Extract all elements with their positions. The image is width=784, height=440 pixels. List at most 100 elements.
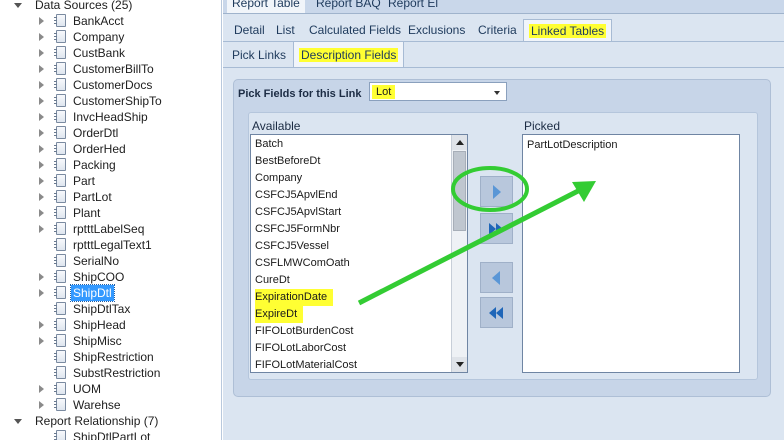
available-item[interactable]: CSFCJ5Vessel — [255, 238, 329, 255]
top-tab-label: Report BAQ — [316, 0, 381, 10]
top-tab-2[interactable]: Report El — [383, 0, 443, 13]
data-sources-tree[interactable]: Data Sources (25) BankAcct Company CustBan… — [0, 0, 222, 440]
tree-item-label: BankAcct — [73, 14, 124, 28]
collapse-icon[interactable] — [14, 3, 22, 8]
expand-icon[interactable] — [39, 193, 44, 201]
sub-tab-label: Detail — [234, 23, 265, 37]
report-designer-panel: Report Table Report BAQ Report El Detail Li… — [223, 0, 784, 440]
expand-icon[interactable] — [39, 81, 44, 89]
tree-item-label: CustomerShipTo — [73, 94, 162, 108]
tree-root-label: Data Sources (25) — [35, 0, 133, 12]
table-icon — [54, 126, 66, 139]
tree-root-label: Report Relationship (7) — [35, 414, 159, 428]
available-item[interactable]: CureDt — [255, 272, 290, 289]
available-item[interactable]: Batch — [255, 136, 283, 153]
available-item[interactable]: FIFOLotLaborCost — [255, 340, 346, 357]
expand-icon[interactable] — [39, 33, 44, 41]
available-item[interactable]: ExpireDt — [255, 306, 304, 323]
expand-icon[interactable] — [39, 49, 44, 57]
expand-icon[interactable] — [39, 65, 44, 73]
link-tab-0[interactable]: Pick Links — [227, 42, 291, 68]
available-item[interactable]: CSFCJ5ApvlStart — [255, 204, 341, 221]
expand-icon[interactable] — [39, 273, 44, 281]
available-item[interactable]: FIFOLotMaterialCost — [255, 357, 357, 372]
sub-tab-4[interactable]: Criteria — [473, 19, 522, 41]
expand-icon[interactable] — [39, 17, 44, 25]
expand-icon[interactable] — [39, 177, 44, 185]
scroll-thumb[interactable] — [453, 151, 466, 231]
expand-icon[interactable] — [39, 321, 44, 329]
chevron-down-icon[interactable] — [494, 91, 500, 95]
sub-tab-label: Criteria — [478, 23, 517, 37]
available-item[interactable]: CSFCJ5FormNbr — [255, 221, 340, 238]
tree-item-label: CustomerDocs — [73, 78, 153, 92]
table-icon — [54, 350, 66, 363]
available-item[interactable]: BestBeforeDt — [255, 153, 320, 170]
table-icon — [54, 398, 66, 411]
scroll-up-icon[interactable] — [452, 135, 467, 150]
table-icon — [54, 174, 66, 187]
available-label: Available — [252, 119, 301, 133]
available-item[interactable]: CSFLMWComOath — [255, 255, 350, 272]
picked-item[interactable]: PartLotDescription — [527, 138, 618, 153]
sub-tab-label: Calculated Fields — [309, 23, 402, 37]
tree-item-label: UOM — [73, 382, 101, 396]
collapse-icon[interactable] — [14, 419, 22, 424]
table-icon — [54, 222, 66, 235]
pick-fields-dropdown[interactable]: Lot — [369, 82, 507, 101]
tree-item-label: Company — [73, 30, 125, 44]
move-right-icon — [493, 185, 501, 199]
sub-tab-1[interactable]: List — [271, 19, 300, 41]
tree-item-label: Plant — [73, 206, 101, 220]
scroll-down-icon[interactable] — [452, 357, 467, 372]
expand-icon[interactable] — [39, 145, 44, 153]
tree-item-label: OrderHed — [73, 142, 126, 156]
tree-item-label: PartLot — [73, 190, 112, 204]
table-icon — [54, 190, 66, 203]
available-item[interactable]: CSFCJ5ApvlEnd — [255, 187, 338, 204]
sub-tab-label: Exclusions — [408, 23, 466, 37]
move-all-right-button[interactable] — [480, 213, 513, 244]
available-list[interactable]: Batch BestBeforeDt Company CSFCJ5ApvlEnd CSF… — [250, 134, 468, 373]
move-right-button[interactable] — [480, 176, 513, 207]
tree-item-label: Part — [73, 174, 96, 188]
top-tab-1[interactable]: Report BAQ — [311, 0, 386, 13]
move-all-left-button[interactable] — [480, 297, 513, 328]
linked-tables-tab-bar: Pick Links Description Fields — [223, 42, 784, 68]
tree-item-label: CustomerBillTo — [73, 62, 154, 76]
sub-tab-5[interactable]: Linked Tables — [523, 19, 613, 41]
picked-list[interactable]: PartLotDescription — [522, 134, 740, 373]
table-icon — [54, 142, 66, 155]
link-tab-1[interactable]: Description Fields — [293, 42, 405, 68]
move-all-left-icon — [489, 307, 496, 319]
expand-icon[interactable] — [39, 225, 44, 233]
move-left-button[interactable] — [480, 262, 513, 293]
tree-item-label: rptttLegalText1 — [73, 238, 152, 252]
sub-tab-label: List — [276, 23, 295, 37]
expand-icon[interactable] — [39, 113, 44, 121]
table-icon — [54, 78, 66, 91]
sub-tab-2[interactable]: Calculated Fields — [304, 19, 406, 41]
tree-item-label: ShipHead — [73, 318, 126, 332]
sub-tab-label: Linked Tables — [529, 24, 607, 38]
tree-item-label: SubstRestriction — [73, 366, 161, 380]
expand-icon[interactable] — [39, 129, 44, 137]
expand-icon[interactable] — [39, 209, 44, 217]
table-icon — [54, 430, 66, 440]
table-icon — [54, 110, 66, 123]
top-tab-bar: Report Table Report BAQ Report El — [223, 0, 784, 14]
top-tab-0[interactable]: Report Table — [227, 0, 305, 13]
available-item[interactable]: FIFOLotBurdenCost — [255, 323, 353, 340]
available-item[interactable]: ExpirationDate — [255, 289, 334, 306]
expand-icon[interactable] — [39, 161, 44, 169]
expand-icon[interactable] — [39, 97, 44, 105]
tree-item-label: ShipDtlTax — [73, 302, 131, 316]
available-scrollbar[interactable] — [451, 135, 467, 372]
expand-icon[interactable] — [39, 401, 44, 409]
sub-tab-3[interactable]: Exclusions — [403, 19, 470, 41]
expand-icon[interactable] — [39, 337, 44, 345]
sub-tab-0[interactable]: Detail — [229, 19, 270, 41]
expand-icon[interactable] — [39, 385, 44, 393]
available-item[interactable]: Company — [255, 170, 302, 187]
expand-icon[interactable] — [39, 289, 44, 297]
